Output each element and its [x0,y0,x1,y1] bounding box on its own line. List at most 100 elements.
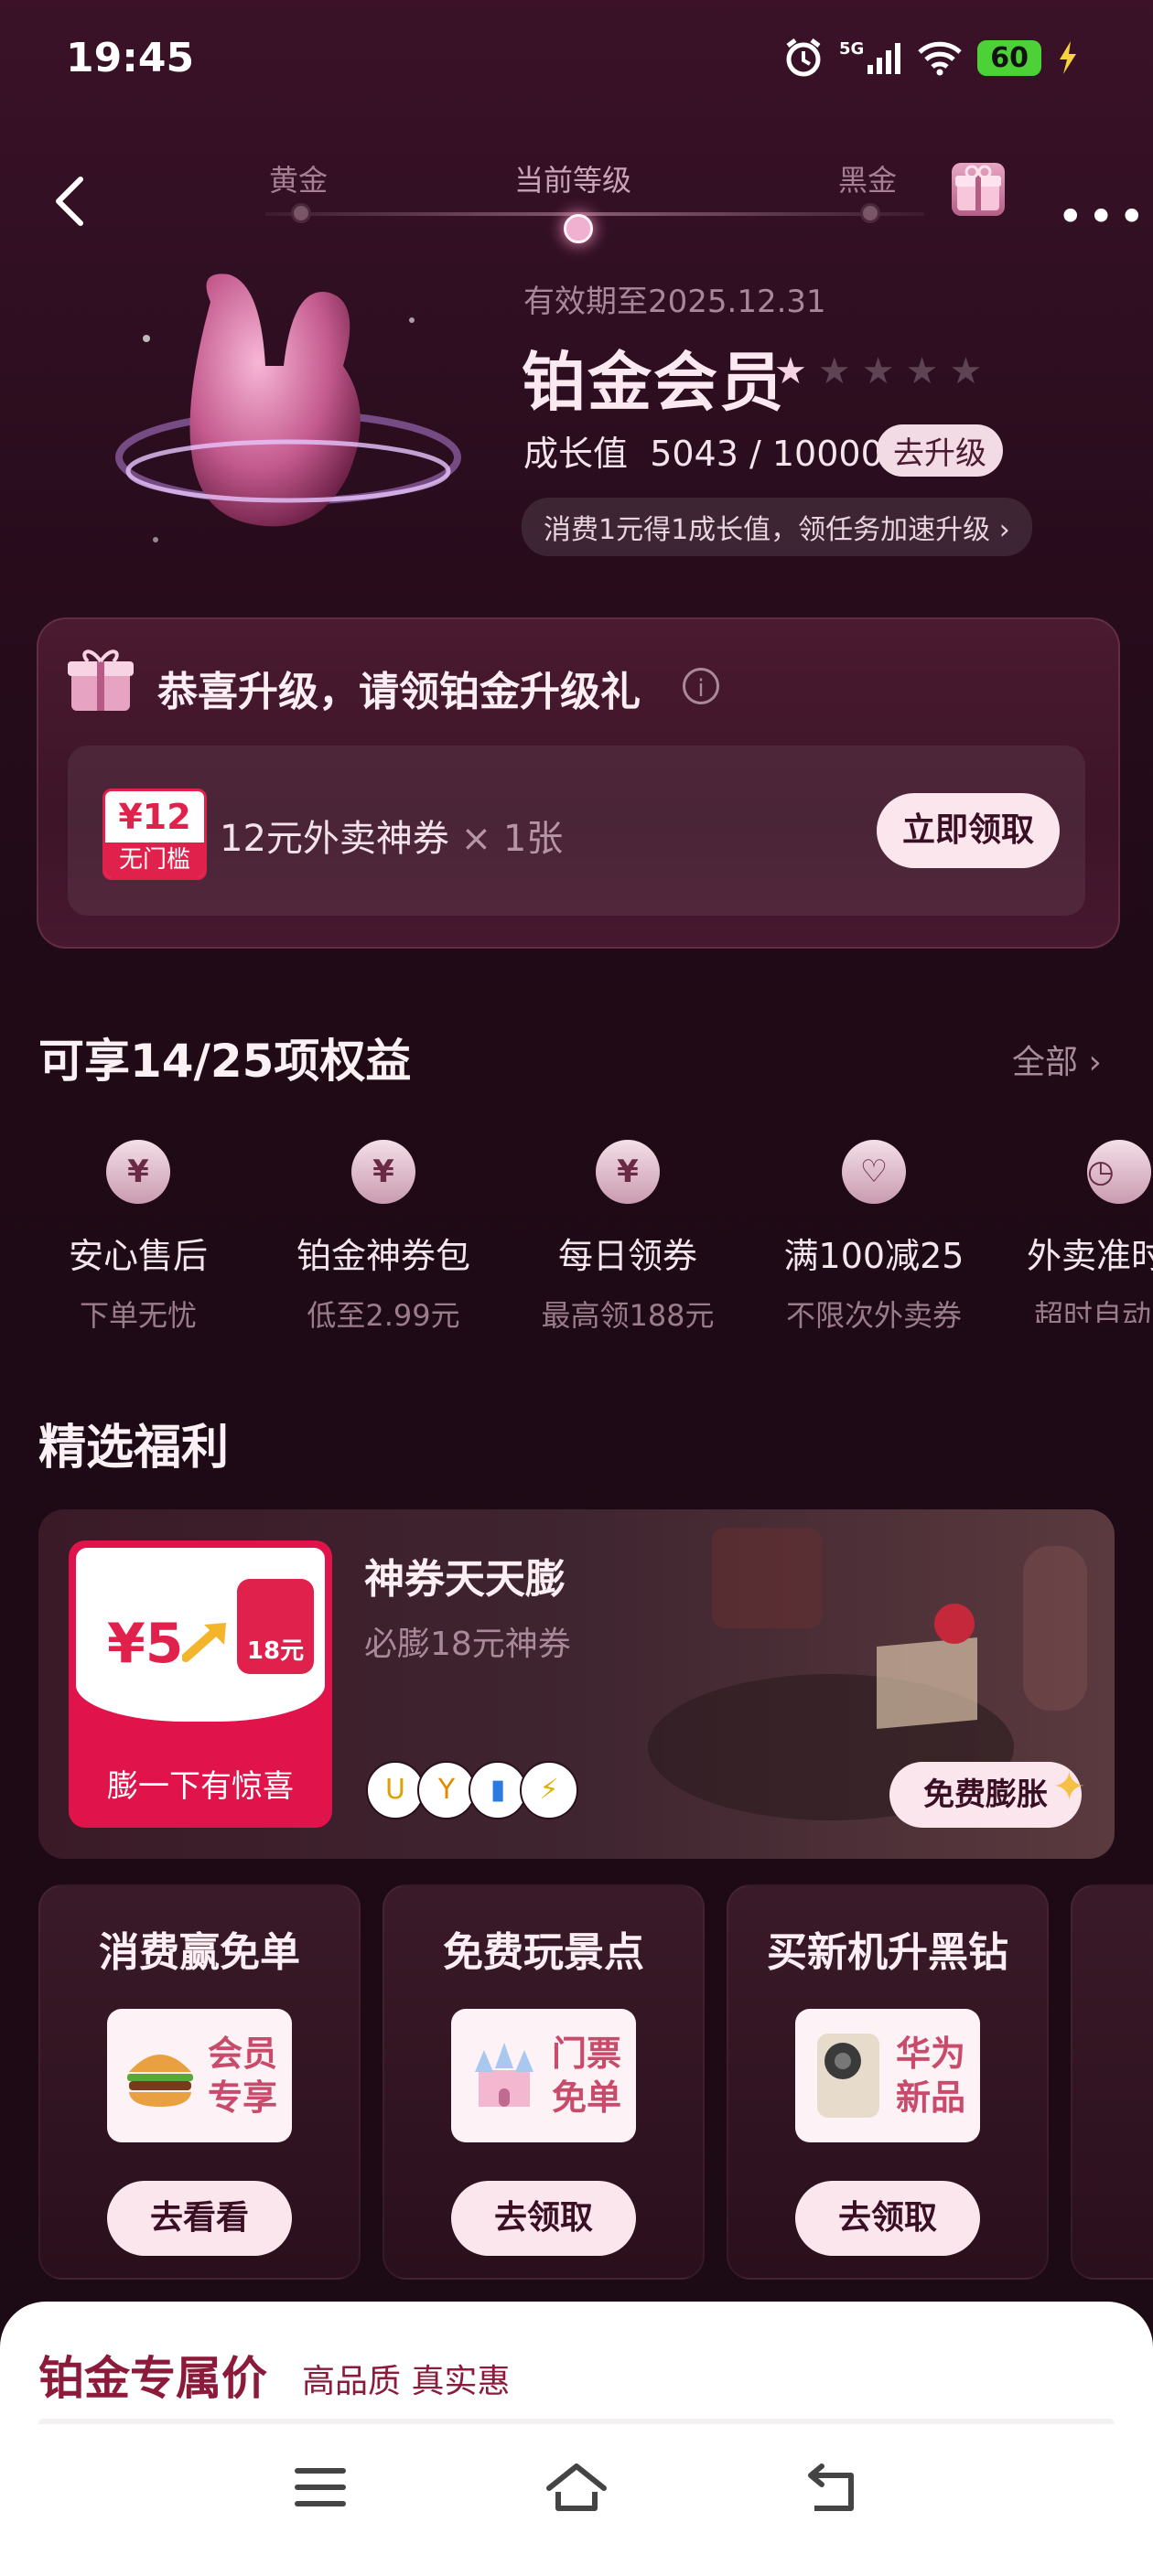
exclusive-title: 铂金专属价 [38,2352,267,2405]
coupon-info: 12元外卖神券 × 1张 [220,809,563,862]
promo-card-button[interactable]: 去看看 [107,2181,292,2256]
benefit-item-clipped[interactable]: ◷ 外卖准时 超时自动 [1007,1140,1153,1323]
exclusive-subtitle: 高品质 真实惠 [302,2363,511,2400]
network-type: 5G [838,38,865,59]
selected-title: 精选福利 [38,1421,230,1476]
flash-mini-icon: ⚡ [520,1761,578,1819]
swell-badge: ¥5 18元 膨一下有惊喜 [69,1540,332,1828]
tier-dot-gold [291,203,311,223]
rights-all-link[interactable]: 全部 › [1012,1036,1102,1083]
food-mini-icon: Y [417,1761,476,1819]
coupon-count: 1张 [502,818,564,860]
tag-line: 新品 [895,2077,965,2118]
membership-level: 铂金会员 [522,345,785,420]
promo-card[interactable]: 免费玩景点 门票 免单 去领取 [383,1884,705,2280]
coupon-amount: ¥12 [118,797,191,837]
promo-card-title: 免费玩景点 [443,1929,644,1976]
burger-icon [126,2055,193,2107]
star-rating: ★★★★★ [774,350,993,392]
menu-icon[interactable] [295,2466,346,2508]
tag-line: 门票 [551,2034,621,2074]
promo-card[interactable]: 买新机升黑钻 华为 新品 去领取 [727,1884,1049,2280]
info-icon[interactable]: i [683,668,719,704]
back-icon[interactable] [48,174,90,229]
level-track [265,212,924,216]
coupon-tag: 无门槛 [105,843,204,877]
times-icon: × [460,818,492,860]
benefit-sub: 下单无忧 [79,1298,197,1333]
swell-subtitle: 必膨18元神券 [364,1626,571,1663]
benefit-sub: 最高领188元 [541,1298,715,1333]
promo-card-button[interactable]: 去领取 [795,2181,980,2256]
growth-label: 成长值 [523,434,629,474]
promo-card-button[interactable]: 去领取 [451,2181,636,2256]
tier-label-gold[interactable]: 黄金 [269,157,328,199]
tag-line: 免单 [551,2077,621,2118]
swell-title: 神券天天膨 [364,1556,566,1603]
benefit-name: 外卖准时 [1027,1236,1153,1276]
shield-icon: ¥ [106,1140,170,1204]
star-icon: ★ [774,350,818,392]
benefit-sub: 不限次外卖券 [785,1298,962,1333]
clock-icon: ◷ [1087,1140,1151,1204]
benefit-item[interactable]: ¥ 铂金神券包 低至2.99元 [269,1140,498,1335]
swell-badge-bottom: 膨一下有惊喜 [107,1768,294,1805]
promo-card-tag: 华为 新品 [896,2032,965,2120]
upgrade-button[interactable]: 去升级 [877,424,1003,477]
gift-box-icon [68,649,134,711]
benefit-sub: 低至2.99元 [307,1298,460,1333]
hotel-mini-icon: ▮ [469,1761,527,1819]
battery-indicator: 60 [977,39,1041,76]
benefit-item[interactable]: ¥ 安心售后 下单无忧 [24,1140,253,1335]
tier-dot-current [564,214,593,243]
tag-line: 华为 [895,2034,965,2074]
calendar-coupon-icon: ¥ [596,1140,660,1204]
alarm-icon [786,38,821,77]
benefit-item[interactable]: ♡ 满100减25 不限次外卖券 [760,1140,988,1335]
all-label: 全部 [1012,1044,1079,1081]
wifi-icon [918,41,962,76]
rights-title: 可享14/25项权益 [38,1035,412,1088]
coupon-bag-icon: ¥ [351,1140,415,1204]
claim-button[interactable]: 立即领取 [877,793,1060,868]
benefit-name: 每日领券 [557,1236,697,1276]
swell-icons: U Y ▮ ⚡ [366,1761,578,1819]
benefit-item[interactable]: ¥ 每日领券 最高领188元 [513,1140,742,1335]
growth-tip-text: 消费1元得1成长值，领任务加速升级 [544,514,991,546]
upgrade-gift-title: 恭喜升级，请领铂金升级礼 [157,669,641,715]
star-icon: ★ [861,350,906,392]
growth-value: 成长值 5043 / 10000 [523,425,883,476]
gift-icon[interactable] [952,163,1005,216]
return-icon[interactable] [805,2463,858,2514]
chevron-right-icon: › [998,514,1010,546]
phone-icon [816,2034,879,2118]
more-icon[interactable]: ••• [1057,190,1148,243]
system-nav-bar [0,2424,1153,2561]
red-packet-icon: 18元 [237,1579,314,1674]
promo-card-clipped[interactable] [1071,1884,1153,2280]
castle-icon [474,2043,533,2107]
tag-line: 会员 [207,2034,277,2074]
tier-label-current[interactable]: 当前等级 [514,157,631,199]
growth-number: 5043 / 10000 [650,434,883,474]
coupon-badge: ¥12 无门槛 [102,789,207,880]
membership-validity: 有效期至2025.12.31 [523,284,826,320]
home-icon[interactable] [545,2461,608,2514]
promo-card-image: 门票 免单 [451,2009,636,2142]
growth-tip[interactable]: 消费1元得1成长值，领任务加速升级 › [522,498,1032,556]
promo-card-title: 消费赢免单 [99,1929,300,1976]
chevron-right-icon: › [1078,1044,1102,1081]
tier-label-black[interactable]: 黑金 [838,157,897,199]
swell-amount: ¥5 [107,1612,184,1676]
promo-card-image: 华为 新品 [795,2009,980,2142]
status-bar: 19:45 5G 60 [0,0,1153,119]
benefit-name: 铂金神券包 [296,1236,470,1276]
promo-card-tag: 门票 免单 [552,2032,621,2120]
promo-card-title: 买新机升黑钻 [767,1929,1008,1976]
mascot-illustration [115,274,461,542]
promo-card-image: 会员 专享 [107,2009,292,2142]
star-icon: ★ [905,350,950,392]
status-icons: 5G 60 [782,37,1080,79]
promo-card[interactable]: 消费赢免单 会员 专享 去看看 [38,1884,361,2280]
signal-icon [867,43,901,74]
